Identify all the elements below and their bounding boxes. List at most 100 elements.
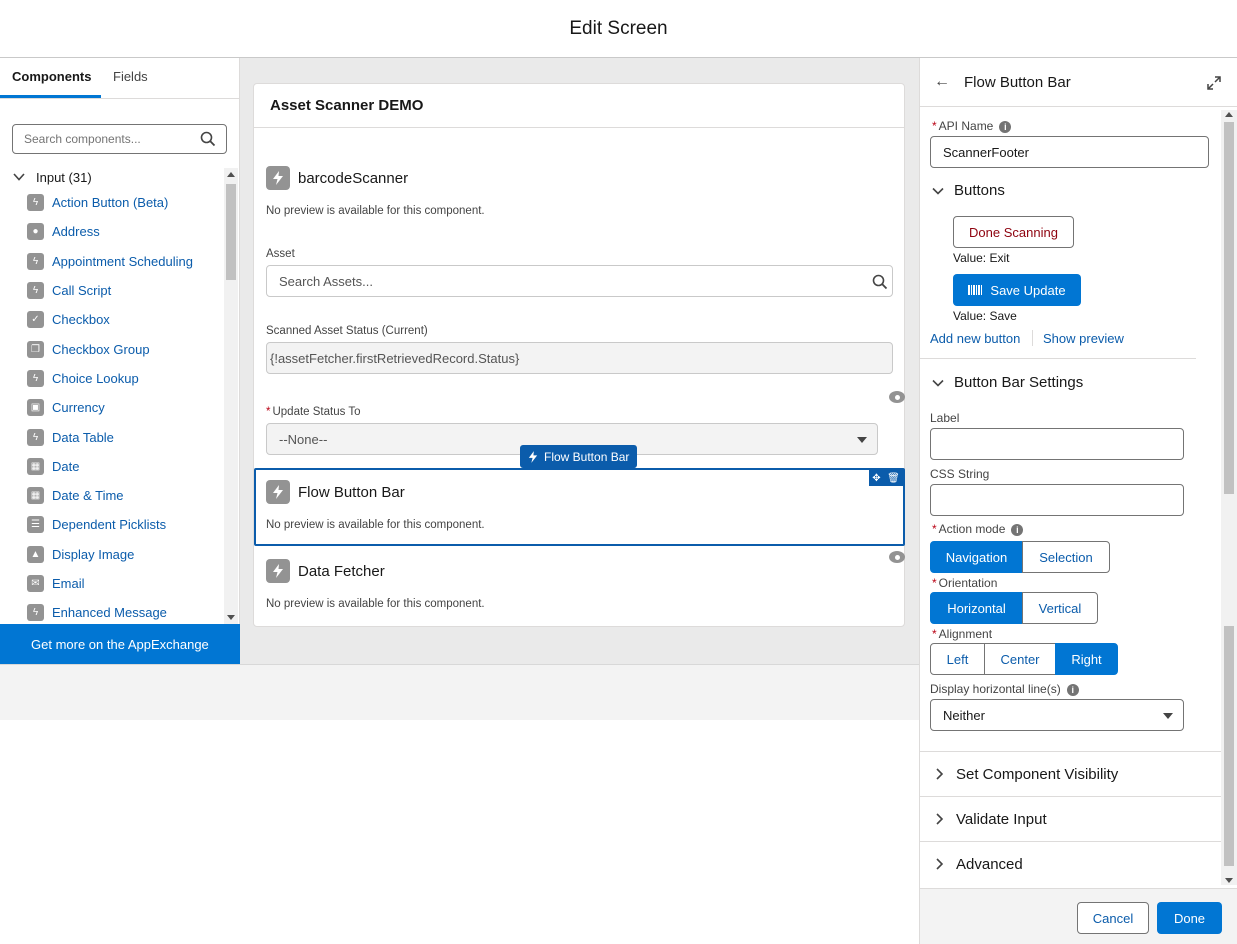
visibility-eye-icon[interactable] xyxy=(889,391,905,403)
validate-input-section[interactable]: Validate Input xyxy=(920,796,1221,841)
component-address[interactable]: ● Address xyxy=(0,217,222,246)
tab-fields[interactable]: Fields xyxy=(101,57,160,98)
canvas-footer-area xyxy=(0,664,919,720)
bolt-icon: ϟ xyxy=(27,428,44,446)
component-appointment-scheduling[interactable]: ϟ Appointment Scheduling xyxy=(0,247,222,276)
scrollbar-thumb[interactable] xyxy=(1224,122,1234,494)
component-date-time[interactable]: ▦ Date & Time xyxy=(0,481,222,510)
update-status-label-text: Update Status To xyxy=(272,406,361,418)
data-fetcher-component[interactable]: Data Fetcher xyxy=(266,559,385,583)
set-component-visibility-section[interactable]: Set Component Visibility xyxy=(920,751,1221,796)
buttons-section-header[interactable]: Buttons xyxy=(932,182,1005,199)
group-label: Input (31) xyxy=(36,169,92,185)
component-label: Data Table xyxy=(52,429,114,445)
component-date[interactable]: ▦ Date xyxy=(0,452,222,481)
barcode-scanner-component[interactable]: barcodeScanner xyxy=(266,166,408,190)
add-new-button-link[interactable]: Add new button xyxy=(930,331,1020,346)
show-preview-link[interactable]: Show preview xyxy=(1043,331,1124,346)
hline-select[interactable]: Neither xyxy=(930,699,1184,731)
api-name-input[interactable]: ScannerFooter xyxy=(930,136,1209,168)
action-mode-selection[interactable]: Selection xyxy=(1022,541,1110,573)
component-dependent-picklists[interactable]: ☰ Dependent Picklists xyxy=(0,510,222,539)
done-scanning-button[interactable]: Done Scanning xyxy=(953,216,1074,248)
list-icon: ☰ xyxy=(27,516,44,534)
component-choice-lookup[interactable]: ϟ Choice Lookup xyxy=(0,364,222,393)
css-string-input[interactable] xyxy=(930,484,1184,516)
button-bar-settings-header[interactable]: Button Bar Settings xyxy=(932,374,1083,391)
screen-canvas: Asset Scanner DEMO barcodeScanner No pre… xyxy=(240,58,919,664)
component-currency[interactable]: ▣ Currency xyxy=(0,393,222,422)
visibility-eye-icon[interactable] xyxy=(889,551,905,563)
component-email[interactable]: ✉ Email xyxy=(0,569,222,598)
alignment-center[interactable]: Center xyxy=(984,643,1056,675)
component-checkbox-group[interactable]: ❐ Checkbox Group xyxy=(0,334,222,363)
save-update-button[interactable]: Save Update xyxy=(953,274,1081,306)
scrollbar-thumb[interactable] xyxy=(226,184,236,280)
bolt-icon: ϟ xyxy=(27,252,44,270)
cancel-button[interactable]: Cancel xyxy=(1077,902,1149,934)
back-arrow-icon[interactable]: ← xyxy=(934,73,952,91)
scroll-up-arrow-icon[interactable] xyxy=(1225,112,1233,117)
checkmark-icon: ✓ xyxy=(27,311,44,329)
selected-component-badge: Flow Button Bar xyxy=(520,445,638,468)
button-value-text: Value: Save xyxy=(953,309,1017,323)
alignment-left[interactable]: Left xyxy=(930,643,985,675)
email-icon: ✉ xyxy=(27,575,44,592)
dropdown-arrow-icon xyxy=(1163,713,1173,719)
component-list: Input (31) ϟ Action Button (Beta) ● Addres… xyxy=(0,166,222,623)
advanced-section[interactable]: Advanced xyxy=(920,841,1221,886)
flow-button-bar-component[interactable]: Flow Button Bar xyxy=(266,480,405,504)
asset-label: Asset xyxy=(266,248,295,260)
barcode-icon xyxy=(968,285,983,295)
properties-scrollbar[interactable] xyxy=(1221,110,1237,885)
appexchange-link[interactable]: Get more on the AppExchange xyxy=(0,624,240,664)
css-string-label: CSS String xyxy=(930,467,990,481)
component-label: Dependent Picklists xyxy=(52,517,167,533)
tab-components[interactable]: Components xyxy=(0,57,101,98)
location-pin-icon: ● xyxy=(27,223,44,241)
done-button[interactable]: Done xyxy=(1157,902,1222,934)
alignment-toggle: Left Center Right xyxy=(930,643,1118,675)
chevron-right-icon xyxy=(936,858,944,870)
component-display-image[interactable]: ▲ Display Image xyxy=(0,540,222,569)
component-label: Email xyxy=(52,576,85,591)
component-data-table[interactable]: ϟ Data Table xyxy=(0,422,222,451)
group-input[interactable]: Input (31) xyxy=(0,166,222,188)
search-icon xyxy=(872,274,888,290)
delete-icon[interactable]: 🗑 xyxy=(887,473,900,484)
info-icon[interactable]: i xyxy=(1066,683,1079,696)
move-icon[interactable]: ✥ xyxy=(872,473,880,484)
update-status-label: * Update Status To xyxy=(266,406,361,418)
alignment-right[interactable]: Right xyxy=(1055,643,1118,675)
search-icon xyxy=(200,131,216,147)
label-input[interactable] xyxy=(930,428,1184,460)
action-mode-navigation[interactable]: Navigation xyxy=(930,541,1023,573)
scroll-down-arrow-icon[interactable] xyxy=(1225,878,1233,883)
info-icon[interactable]: i xyxy=(1011,523,1024,536)
section-label: Set Component Visibility xyxy=(956,765,1119,783)
search-placeholder: Search components... xyxy=(24,132,141,146)
scroll-down-arrow-icon[interactable] xyxy=(227,615,235,620)
component-checkbox[interactable]: ✓ Checkbox xyxy=(0,305,222,334)
chevron-down-icon xyxy=(13,173,25,181)
checkbox-group-icon: ❐ xyxy=(27,340,44,358)
info-icon[interactable]: i xyxy=(999,120,1012,133)
component-label: Checkbox xyxy=(52,312,110,328)
orientation-vertical[interactable]: Vertical xyxy=(1022,592,1098,624)
scanned-status-field: {!assetFetcher.firstRetrievedRecord.Stat… xyxy=(266,342,893,374)
component-call-script[interactable]: ϟ Call Script xyxy=(0,276,222,305)
orientation-toggle: Horizontal Vertical xyxy=(930,592,1098,624)
component-list-scrollbar[interactable] xyxy=(224,168,238,624)
search-components-input[interactable]: Search components... xyxy=(12,124,227,154)
modal-title: Edit Screen xyxy=(569,17,668,39)
component-label: Appointment Scheduling xyxy=(52,253,193,269)
component-action-button[interactable]: ϟ Action Button (Beta) xyxy=(0,188,222,217)
label-field-label: Label xyxy=(930,411,960,425)
scroll-up-arrow-icon[interactable] xyxy=(227,172,235,177)
action-mode-toggle: Navigation Selection xyxy=(930,541,1110,573)
component-enhanced-message[interactable]: ϟ Enhanced Message xyxy=(0,598,222,623)
asset-search-input[interactable]: Search Assets... xyxy=(266,265,893,297)
orientation-horizontal[interactable]: Horizontal xyxy=(930,592,1023,624)
component-label: Currency xyxy=(52,400,105,416)
expand-icon[interactable] xyxy=(1207,76,1221,90)
